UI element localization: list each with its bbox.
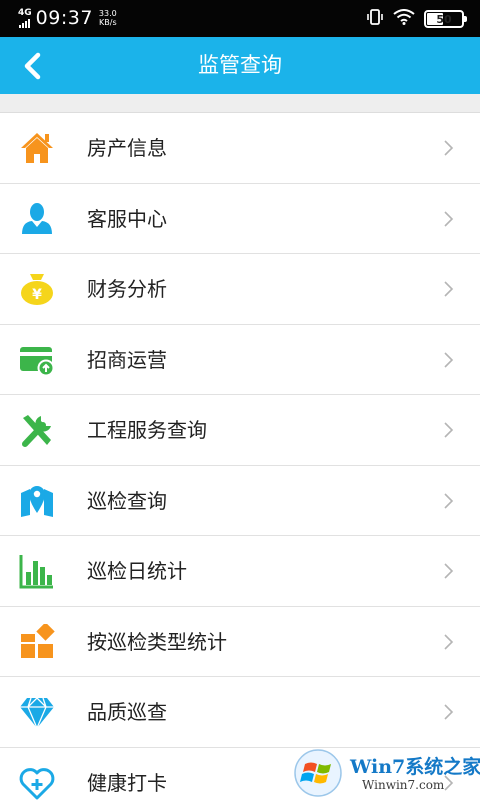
watermark-url: Winwin7.com xyxy=(362,778,445,792)
app-bar: 监管查询 xyxy=(0,37,480,94)
money-bag-icon: ¥ xyxy=(19,271,55,307)
network-speed: 33.0 KB/s xyxy=(99,9,117,27)
chevron-right-icon xyxy=(444,492,454,509)
speed-value: 33.0 xyxy=(98,9,117,18)
chevron-left-icon xyxy=(24,52,41,80)
menu-item-label: 巡检日统计 xyxy=(87,559,187,583)
windows-logo-icon xyxy=(294,749,342,797)
menu-item-investment-operation[interactable]: 招商运营 xyxy=(0,324,480,395)
chevron-right-icon xyxy=(444,704,454,720)
grid-icon xyxy=(19,623,55,660)
chevron-right-icon xyxy=(444,633,454,650)
network-indicator: 4G xyxy=(18,7,32,28)
menu-list: 房产信息 客服中心 ¥ 财务分析 招商运营 工程服务查询 巡检查询 巡检日统计 … xyxy=(0,112,480,800)
wifi-icon xyxy=(393,9,415,29)
map-pin-icon xyxy=(19,483,55,519)
menu-item-label: 按巡检类型统计 xyxy=(87,629,227,654)
chevron-right-icon xyxy=(444,281,454,297)
menu-item-label: 工程服务查询 xyxy=(87,418,207,442)
house-icon xyxy=(19,130,55,166)
bar-chart-icon xyxy=(19,553,55,589)
status-time: 09:37 xyxy=(35,7,93,29)
speed-unit: KB/s xyxy=(99,18,117,27)
network-label: 4G xyxy=(18,7,32,18)
back-button[interactable] xyxy=(10,44,54,88)
chevron-right-icon xyxy=(444,210,454,227)
battery-level: 50 xyxy=(436,12,452,26)
menu-item-inspection-query[interactable]: 巡检查询 xyxy=(0,465,480,536)
svg-text:¥: ¥ xyxy=(32,287,42,303)
menu-item-label: 客服中心 xyxy=(87,206,167,231)
tools-icon xyxy=(19,412,55,448)
chevron-right-icon xyxy=(444,563,454,579)
menu-item-label: 健康打卡 xyxy=(87,770,167,795)
menu-item-engineering-service[interactable]: 工程服务查询 xyxy=(0,395,480,466)
menu-item-customer-service[interactable]: 客服中心 xyxy=(0,183,480,254)
menu-item-financial-analysis[interactable]: ¥ 财务分析 xyxy=(0,254,480,325)
menu-item-label: 房产信息 xyxy=(87,136,167,160)
menu-item-property-info[interactable]: 房产信息 xyxy=(0,113,480,184)
signal-icon xyxy=(19,18,31,28)
person-icon xyxy=(19,201,55,237)
chevron-right-icon xyxy=(444,422,454,438)
menu-item-label: 财务分析 xyxy=(87,277,167,301)
menu-item-quality-inspection[interactable]: 品质巡查 xyxy=(0,677,480,748)
vibrate-icon xyxy=(366,8,384,30)
watermark: Win7系统之家 Winwin7.com xyxy=(280,746,480,800)
menu-item-label: 招商运营 xyxy=(87,347,167,372)
card-icon xyxy=(19,342,55,378)
menu-item-label: 品质巡查 xyxy=(87,700,167,724)
diamond-icon xyxy=(19,694,55,730)
chevron-right-icon xyxy=(444,351,454,368)
page-title: 监管查询 xyxy=(198,53,282,77)
watermark-text: Win7系统之家 xyxy=(350,756,480,778)
menu-item-label: 巡检查询 xyxy=(87,488,167,513)
menu-item-daily-inspection-stats[interactable]: 巡检日统计 xyxy=(0,536,480,607)
battery-icon: 50 xyxy=(424,10,467,28)
status-bar: 4G 09:37 33.0 KB/s 50 xyxy=(0,0,480,37)
heart-plus-icon xyxy=(19,765,55,800)
chevron-right-icon xyxy=(444,140,454,156)
menu-item-stats-by-type[interactable]: 按巡检类型统计 xyxy=(0,606,480,677)
